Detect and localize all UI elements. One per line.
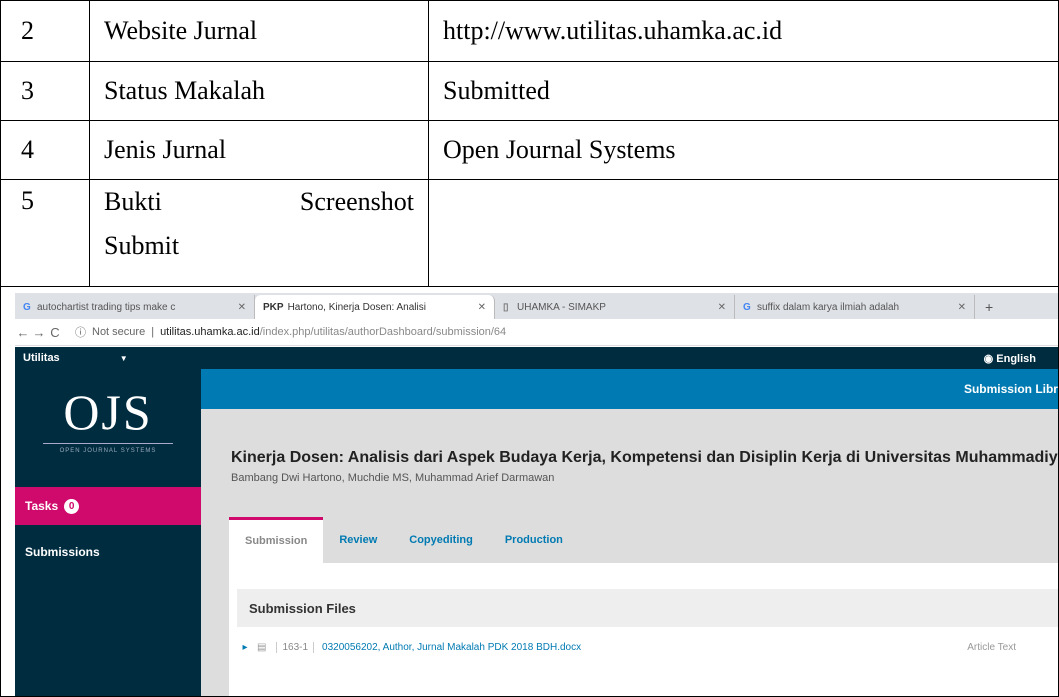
submission-authors: Bambang Dwi Hartono, Muchdie MS, Muhamma… bbox=[231, 472, 555, 484]
file-type: Article Text bbox=[967, 641, 1016, 653]
header-bar: Submission Library bbox=[201, 369, 1058, 409]
caret-down-icon: ▼ bbox=[119, 353, 128, 363]
submission-files-header: Submission Files bbox=[237, 589, 1058, 627]
row-label-word: Bukti bbox=[104, 187, 162, 216]
globe-icon: ◉ bbox=[983, 352, 997, 365]
google-icon: G bbox=[23, 301, 31, 313]
row-label-line1: Bukti Screenshot bbox=[104, 180, 414, 224]
row-value: http://www.utilitas.uhamka.ac.id bbox=[428, 0, 1059, 62]
row-label: Website Jurnal bbox=[89, 0, 429, 62]
row-label: Status Makalah bbox=[89, 61, 429, 121]
tab-submission[interactable]: Submission bbox=[229, 517, 324, 563]
pkp-icon: PKP bbox=[263, 301, 284, 313]
url-path: /index.php/utilitas/authorDashboard/subm… bbox=[259, 326, 507, 338]
address-bar: ← → C ⓘ Not secure | utilitas.uhamka.ac.… bbox=[15, 319, 1058, 346]
row-value: Submitted bbox=[428, 61, 1059, 121]
sidebar: OJS OPEN JOURNAL SYSTEMS Tasks 0 Submiss… bbox=[15, 369, 201, 696]
security-status: Not secure bbox=[92, 326, 146, 338]
tasks-count-badge: 0 bbox=[64, 498, 80, 514]
browser-tab-title: autochartist trading tips make c bbox=[37, 301, 176, 313]
browser-tab[interactable]: ▯ UHAMKA - SIMAKP ✕ bbox=[495, 295, 735, 319]
row-label-line2: Submit bbox=[104, 231, 180, 260]
table-row: 2 Website Jurnal http://www.utilitas.uha… bbox=[0, 0, 1059, 62]
row-label: Jenis Jurnal bbox=[89, 120, 429, 180]
table-row: 4 Jenis Jurnal Open Journal Systems bbox=[0, 120, 1059, 180]
tasks-label: Tasks bbox=[25, 499, 59, 513]
forward-icon[interactable]: → bbox=[31, 325, 47, 340]
row-number: 5 bbox=[0, 179, 90, 287]
file-id: 163-1 bbox=[276, 641, 315, 653]
main-content: Kinerja Dosen: Analisis dari Aspek Buday… bbox=[201, 409, 1059, 696]
info-icon: ⓘ bbox=[75, 327, 86, 339]
browser-tab-active[interactable]: PKP Hartono, Kinerja Dosen: Analisi ✕ bbox=[255, 295, 495, 319]
google-icon: G bbox=[743, 301, 751, 313]
expand-triangle-icon[interactable]: ▸ bbox=[237, 642, 253, 653]
url-field[interactable]: ⓘ Not secure | utilitas.uhamka.ac.id /in… bbox=[75, 324, 506, 340]
tab-review[interactable]: Review bbox=[323, 517, 393, 563]
logo-rule bbox=[43, 443, 173, 444]
file-row: ▸ ▤ 163-1 0320056202, Author, Jurnal Mak… bbox=[237, 633, 1058, 661]
context-name: Utilitas bbox=[23, 352, 60, 364]
url-separator: | bbox=[151, 326, 155, 338]
row-number: 4 bbox=[0, 120, 90, 180]
close-icon[interactable]: ✕ bbox=[718, 302, 726, 313]
table-row: 5 Bukti Screenshot Submit bbox=[0, 179, 1059, 287]
workflow-tabs: Submission Review Copyediting Production bbox=[229, 517, 579, 563]
submission-library-link[interactable]: Submission Library bbox=[964, 382, 1058, 396]
browser-tab-title: suffix dalam karya ilmiah adalah bbox=[757, 301, 900, 313]
reload-icon[interactable]: C bbox=[47, 325, 63, 340]
document-table: 2 Website Jurnal http://www.utilitas.uha… bbox=[0, 0, 1059, 287]
file-document-icon: ▤ bbox=[257, 641, 267, 653]
row-number: 3 bbox=[0, 61, 90, 121]
ojs-top-bar: Utilitas ▼ ◉ English bbox=[15, 347, 1058, 369]
new-tab-icon[interactable]: + bbox=[975, 295, 1003, 319]
row-number: 2 bbox=[0, 0, 90, 62]
tab-panel: Submission Files ▸ ▤ 163-1 0320056202, A… bbox=[229, 563, 1058, 696]
sidebar-item-submissions[interactable]: Submissions bbox=[25, 545, 100, 559]
back-icon[interactable]: ← bbox=[15, 325, 31, 340]
tab-copyediting[interactable]: Copyediting bbox=[393, 517, 489, 563]
table-row: 3 Status Makalah Submitted bbox=[0, 61, 1059, 121]
screenshot-image: G autochartist trading tips make c ✕ PKP… bbox=[0, 287, 1059, 697]
language-label: English bbox=[996, 352, 1036, 365]
ojs-logo[interactable]: OJS OPEN JOURNAL SYSTEMS bbox=[15, 387, 201, 454]
browser-tab-strip: G autochartist trading tips make c ✕ PKP… bbox=[15, 293, 1058, 319]
close-icon[interactable]: ✕ bbox=[238, 302, 246, 313]
close-icon[interactable]: ✕ bbox=[478, 302, 486, 313]
browser-tab-title: UHAMKA - SIMAKP bbox=[517, 301, 606, 313]
document-icon: ▯ bbox=[503, 301, 509, 313]
row-label: Bukti Screenshot Submit bbox=[89, 179, 429, 287]
language-toggle[interactable]: ◉ English bbox=[984, 352, 1036, 365]
logo-text: OJS bbox=[63, 384, 153, 440]
browser-tab[interactable]: G autochartist trading tips make c ✕ bbox=[15, 295, 255, 319]
tasks-button[interactable]: Tasks 0 bbox=[15, 487, 201, 525]
context-switcher[interactable]: Utilitas ▼ bbox=[23, 352, 128, 364]
row-label-word: Screenshot bbox=[299, 187, 414, 216]
submission-title: Kinerja Dosen: Analisis dari Aspek Buday… bbox=[231, 449, 1059, 466]
row-value: Open Journal Systems bbox=[428, 120, 1059, 180]
tab-production[interactable]: Production bbox=[489, 517, 579, 563]
browser-tab[interactable]: G suffix dalam karya ilmiah adalah ✕ bbox=[735, 295, 975, 319]
logo-subtitle: OPEN JOURNAL SYSTEMS bbox=[59, 448, 157, 454]
row-value bbox=[428, 179, 1059, 287]
url-host: utilitas.uhamka.ac.id bbox=[160, 326, 260, 338]
close-icon[interactable]: ✕ bbox=[958, 302, 966, 313]
browser-tab-title: Hartono, Kinerja Dosen: Analisi bbox=[287, 301, 426, 313]
file-name-link[interactable]: 0320056202, Author, Jurnal Makalah PDK 2… bbox=[322, 642, 581, 653]
